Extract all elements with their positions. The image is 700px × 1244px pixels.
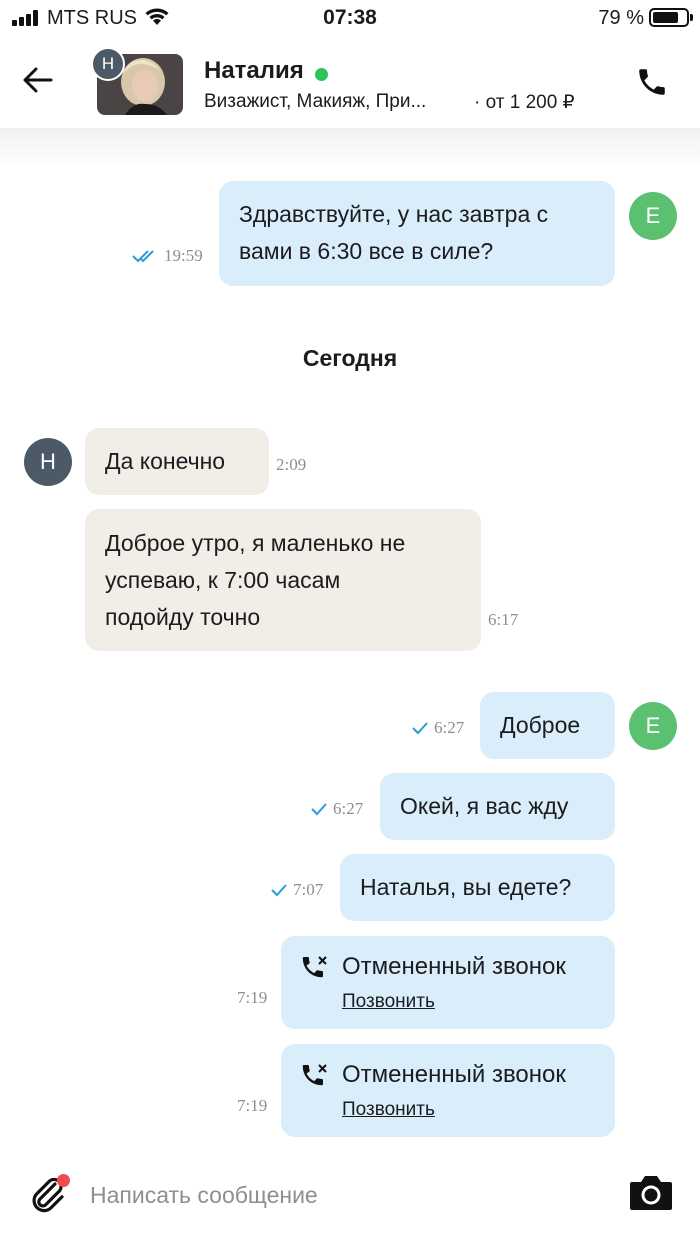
message-time: 7:07 [271, 880, 323, 900]
my-avatar: Е [629, 702, 677, 750]
carrier-name: MTS RUS [47, 7, 137, 29]
message-time: 6:27 [311, 799, 363, 819]
check-icon [412, 722, 428, 735]
contact-avatar: Н [24, 438, 72, 486]
message-bubble-incoming[interactable]: Доброе утро, я маленько не успеваю, к 7:… [85, 509, 481, 651]
message-bubble-outgoing[interactable]: Здравствуйте, у нас завтра с вами в 6:30… [219, 181, 615, 286]
message-text: Окей, я вас жду [400, 793, 569, 819]
camera-button[interactable] [628, 1172, 676, 1216]
message-time: 6:17 [488, 610, 519, 629]
chat-header: Н Наталия Визажист, Макияж, При... · от … [0, 36, 700, 128]
battery-percent: 79 % [598, 7, 644, 29]
message-time: 6:27 [412, 718, 464, 738]
chat-area[interactable]: 19:59 Здравствуйте, у нас завтра с вами … [0, 128, 700, 1142]
phone-icon [639, 69, 665, 95]
arrow-left-icon [23, 67, 53, 93]
call-back-link[interactable]: Позвонить [342, 1099, 435, 1121]
back-button[interactable] [18, 60, 58, 100]
my-avatar: Е [629, 192, 677, 240]
double-check-icon [132, 250, 154, 263]
message-bubble-outgoing[interactable]: Доброе [480, 692, 615, 759]
cancelled-call-icon [302, 1064, 327, 1086]
call-back-link[interactable]: Позвонить [342, 991, 435, 1013]
call-button[interactable] [628, 58, 676, 106]
message-time: 7:19 [237, 988, 268, 1007]
online-indicator [315, 68, 328, 81]
date-divider: Сегодня [302, 345, 398, 371]
check-icon [311, 803, 327, 816]
message-text: Да конечно [105, 448, 226, 474]
status-bar: MTS RUS 07:38 79 % [0, 0, 700, 36]
message-bubble-incoming[interactable]: Да конечно [85, 428, 269, 495]
message-text: Доброе [500, 712, 581, 738]
contact-name[interactable]: Наталия [204, 57, 304, 85]
message-text-line: Доброе утро, я маленько не [105, 530, 406, 556]
contact-services: Визажист, Макияж, При... [204, 91, 427, 112]
attachment-badge [57, 1174, 70, 1187]
message-time: 2:09 [276, 455, 307, 474]
call-status-text: Отмененный звонок [342, 953, 566, 980]
missed-call-bubble[interactable]: Отмененный звонок Позвонить [281, 1044, 615, 1137]
wifi-icon [145, 8, 169, 25]
call-status-text: Отмененный звонок [342, 1061, 566, 1088]
message-text: Наталья, вы едете? [360, 874, 572, 900]
message-time: 19:59 [132, 246, 203, 266]
contact-avatar-letter: Н [91, 47, 125, 81]
message-input[interactable] [90, 1178, 590, 1212]
attach-button[interactable] [28, 1174, 72, 1218]
message-bubble-outgoing[interactable]: Наталья, вы едете? [340, 854, 615, 921]
cellular-signal-icon [12, 10, 42, 26]
message-text-line: вами в 6:30 все в силе? [239, 238, 494, 264]
message-bubble-outgoing[interactable]: Окей, я вас жду [380, 773, 615, 840]
message-text-line: успеваю, к 7:00 часам [105, 567, 341, 593]
message-text-line: подойду точно [105, 604, 261, 630]
message-composer [0, 1142, 700, 1244]
battery-icon [649, 8, 693, 27]
check-icon [271, 884, 287, 897]
contact-price: · от 1 200 ₽ [474, 92, 575, 113]
missed-call-bubble[interactable]: Отмененный звонок Позвонить [281, 936, 615, 1029]
message-time: 7:19 [237, 1096, 268, 1115]
message-text-line: Здравствуйте, у нас завтра с [239, 201, 549, 227]
cancelled-call-icon [302, 956, 327, 978]
camera-icon [630, 1176, 672, 1210]
